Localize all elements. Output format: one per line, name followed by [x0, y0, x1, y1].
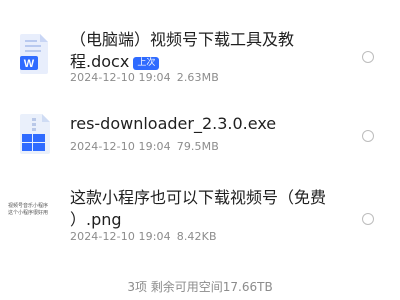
file-name: res-downloader_2.3.0.exe — [70, 114, 277, 133]
recent-badge: 上次 — [133, 57, 160, 70]
svg-text:W: W — [24, 58, 35, 70]
image-thumbnail-icon: 视频号音乐小程序 这个小程序很好用 — [8, 203, 49, 216]
file-item-png[interactable]: 视频号音乐小程序 这个小程序很好用 这款小程序也可以下载视频号（免费 ）.png… — [0, 175, 400, 270]
file-meta: 2024-12-10 19:04 79.5MB — [70, 140, 219, 153]
select-radio[interactable] — [362, 213, 374, 225]
storage-summary: 3项 剩余可用空间17.66TB — [127, 280, 273, 294]
file-name: （电脑端）视频号下载工具及教 程.docx 上次 — [70, 30, 295, 71]
archive-exe-icon — [20, 114, 50, 154]
file-name: 这款小程序也可以下载视频号（免费 ）.png — [70, 188, 327, 229]
file-meta: 2024-12-10 19:04 8.42KB — [70, 230, 217, 243]
file-item-docx[interactable]: W （电脑端）视频号下载工具及教 程.docx 上次 2024-12-10 19:… — [0, 0, 400, 95]
file-item-exe[interactable]: res-downloader_2.3.0.exe 2024-12-10 19:0… — [0, 95, 400, 175]
word-doc-icon: W — [20, 34, 48, 74]
select-radio[interactable] — [362, 130, 374, 142]
file-meta: 2024-12-10 19:04 2.63MB — [70, 71, 219, 84]
select-radio[interactable] — [362, 51, 374, 63]
